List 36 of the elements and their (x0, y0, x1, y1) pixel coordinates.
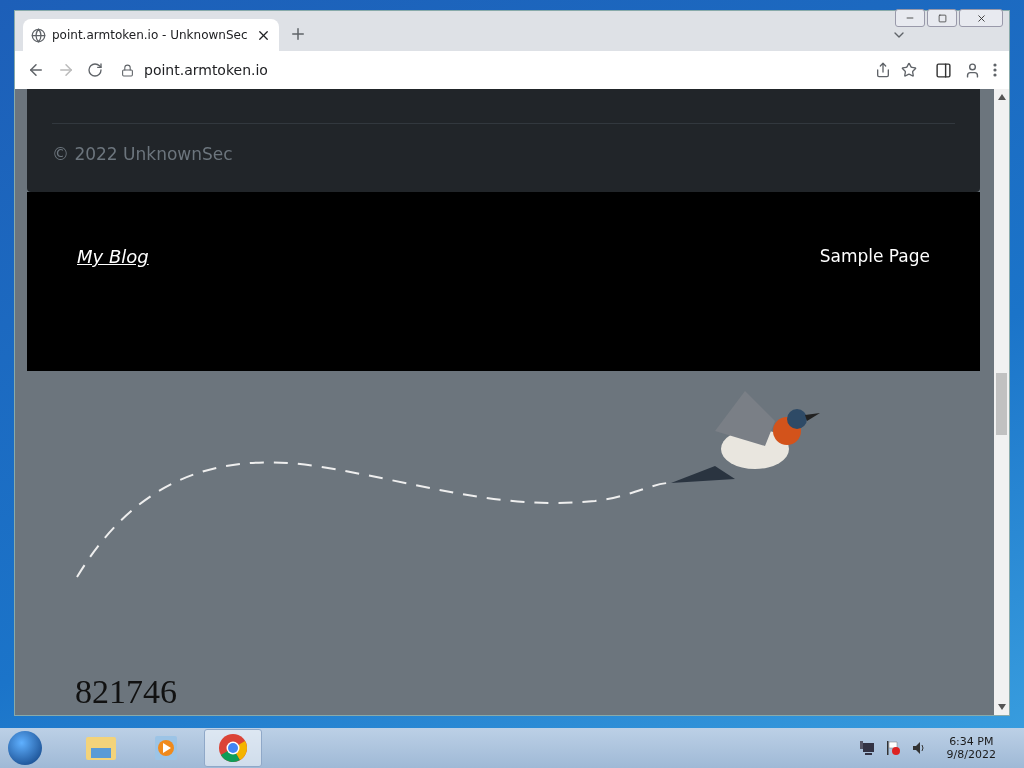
chrome-icon (218, 733, 248, 763)
restore-icon (937, 13, 947, 23)
menu-link[interactable]: Sample Page (819, 246, 930, 266)
share-icon[interactable] (875, 62, 891, 78)
scroll-up-icon[interactable] (997, 94, 1006, 100)
menu-icon (993, 63, 997, 77)
close-button[interactable] (959, 9, 1003, 27)
tab-title: point.armtoken.io - UnknownSec (52, 28, 249, 42)
globe-icon (31, 27, 46, 43)
taskbar-app-button[interactable] (204, 729, 262, 767)
profile-icon (964, 61, 981, 79)
side-panel-icon (935, 61, 952, 79)
scrollbar[interactable] (994, 89, 1009, 715)
clock-date: 9/8/2022 (946, 748, 996, 761)
close-icon (975, 12, 987, 24)
flag-icon[interactable] (884, 740, 901, 756)
lock-icon (121, 63, 134, 77)
reload-icon (87, 62, 103, 78)
scrollbar-thumb[interactable] (996, 373, 1007, 435)
site-title-link[interactable]: My Blog (77, 246, 149, 267)
forward-arrow-icon (57, 61, 75, 79)
clock-time: 6:34 PM (949, 735, 994, 748)
speaker-icon[interactable] (910, 740, 927, 756)
clock[interactable]: 6:34 PM 9/8/2022 (946, 735, 996, 761)
browser-tab[interactable]: point.armtoken.io - UnknownSec (23, 19, 279, 51)
scroll-down-icon[interactable] (997, 704, 1006, 710)
copyright-text: © 2022 UnknownSec (52, 144, 234, 164)
bookmark-star-icon[interactable] (901, 62, 917, 78)
hero-number: 821746 (75, 673, 178, 711)
start-button[interactable] (8, 731, 42, 765)
minimize-button[interactable] (895, 9, 925, 27)
restore-button[interactable] (927, 9, 957, 27)
network-icon[interactable] (858, 740, 875, 756)
plus-icon (289, 25, 307, 43)
folder-icon (85, 734, 117, 762)
url-text: point.armtoken.io (144, 62, 268, 78)
